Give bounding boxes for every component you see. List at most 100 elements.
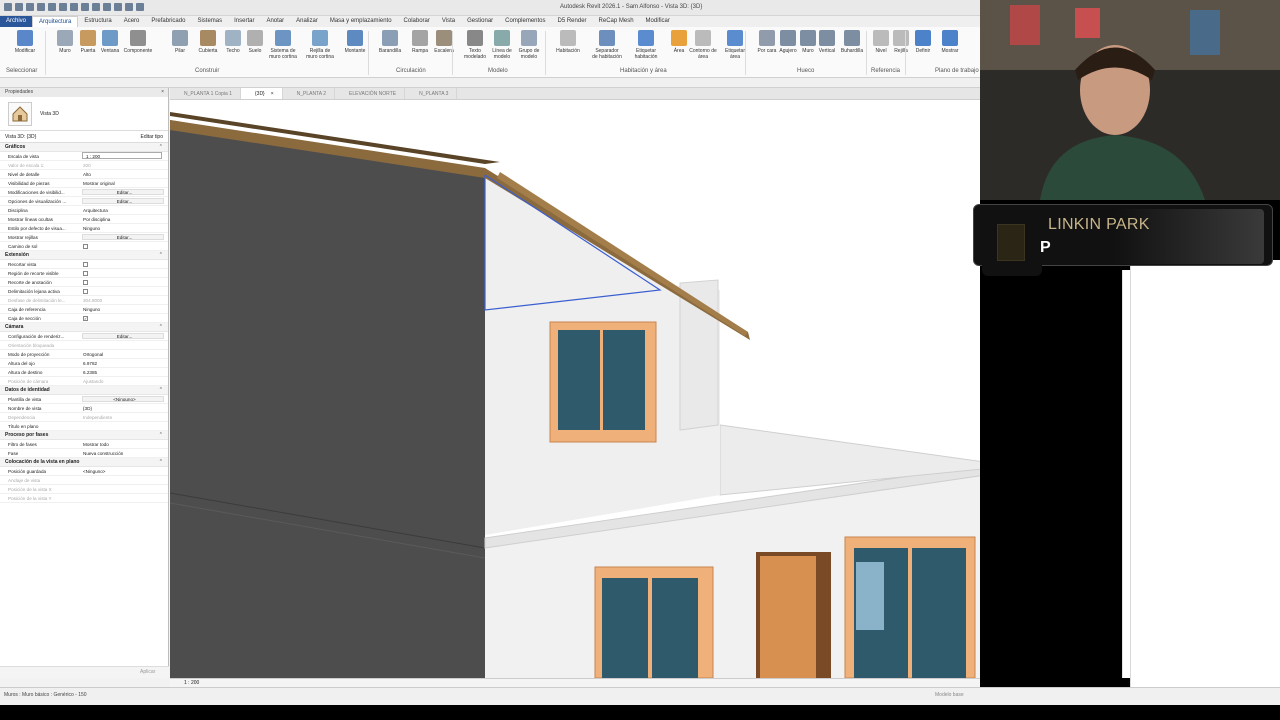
ribbon-tool-9[interactable]: Sistema de muro cortina xyxy=(268,30,298,60)
property-value[interactable]: Mostrar todo xyxy=(80,440,168,448)
ribbon-group-6[interactable]: Referencia xyxy=(871,68,900,74)
chevron-up-icon[interactable]: ⌃ xyxy=(159,143,163,152)
close-tab-icon[interactable]: × xyxy=(271,91,274,97)
3d-viewport[interactable] xyxy=(170,100,980,678)
property-value[interactable]: Arquitectura xyxy=(80,206,168,214)
checkbox[interactable] xyxy=(83,271,88,277)
property-value[interactable]: Ninguno xyxy=(80,305,168,313)
property-checkbox[interactable] xyxy=(80,242,168,250)
close-icon[interactable]: × xyxy=(161,88,164,97)
quick-access-toolbar[interactable] xyxy=(4,3,144,11)
checkbox[interactable] xyxy=(83,244,88,250)
property-value[interactable]: 6.2385 xyxy=(80,368,168,376)
menu-tab-8[interactable]: Analizar xyxy=(290,16,324,27)
menu-tab-3[interactable]: Acero xyxy=(118,16,146,27)
property-value[interactable]: Por disciplina xyxy=(80,215,168,223)
ribbon-tool-10[interactable]: Rejilla de muro cortina xyxy=(305,30,335,60)
menu-tab-5[interactable]: Sistemas xyxy=(191,16,228,27)
model-selector[interactable]: Modelo base xyxy=(935,692,964,698)
ribbon-tool-31[interactable]: Definir xyxy=(908,30,938,54)
switch-windows-icon[interactable] xyxy=(136,3,144,11)
property-value[interactable]: {3D} xyxy=(80,404,168,412)
property-value[interactable]: Nueva construcción xyxy=(80,449,168,457)
3d-view-icon[interactable] xyxy=(92,3,100,11)
print-icon[interactable] xyxy=(48,3,56,11)
property-value[interactable] xyxy=(80,422,168,430)
edit-type-button[interactable]: Editar tipo xyxy=(140,131,163,143)
property-group-header[interactable]: Gráficos ⌃ xyxy=(0,143,168,152)
ribbon-group-2[interactable]: Circulación xyxy=(396,68,426,74)
menu-tab-9[interactable]: Masa y emplazamiento xyxy=(324,16,398,27)
ribbon-tool-28[interactable]: Buhardilla xyxy=(837,30,867,54)
view-tab-0[interactable]: N_PLANTA 1 Copia 1 xyxy=(170,88,241,99)
ribbon-tool-20[interactable]: Etiquetar habitación xyxy=(631,30,661,60)
chevron-up-icon[interactable]: ⌃ xyxy=(159,386,163,395)
view-tab-2[interactable]: N_PLANTA 2 xyxy=(283,88,336,99)
chevron-up-icon[interactable]: ⌃ xyxy=(159,251,163,260)
property-value[interactable]: 1 : 200 xyxy=(82,152,162,159)
ribbon-tool-16[interactable]: Línea de modelo xyxy=(487,30,517,60)
ribbon-tool-12[interactable]: Barandilla xyxy=(375,30,405,54)
type-selector[interactable]: Vista 3D xyxy=(0,97,168,131)
ribbon-tool-3[interactable]: Ventana xyxy=(95,30,125,54)
ribbon-group-7[interactable]: Plano de trabajo xyxy=(935,68,979,74)
property-edit-button[interactable]: Editar... xyxy=(82,189,164,195)
chevron-up-icon[interactable]: ⌃ xyxy=(159,323,163,332)
ribbon-tool-32[interactable]: Mostrar xyxy=(935,30,965,54)
ribbon-tool-19[interactable]: Separador de habitación xyxy=(592,30,622,60)
property-edit-button[interactable]: Editar... xyxy=(82,198,164,204)
property-checkbox[interactable] xyxy=(80,269,168,277)
ribbon-tool-4[interactable]: Componente xyxy=(123,30,153,54)
menu-tab-4[interactable]: Prefabricado xyxy=(145,16,191,27)
checkbox[interactable] xyxy=(83,280,88,286)
property-edit-button[interactable]: <Ninguno> xyxy=(82,396,164,402)
close-views-icon[interactable] xyxy=(125,3,133,11)
ribbon-tool-0[interactable]: Modificar xyxy=(10,30,40,54)
open-icon[interactable] xyxy=(4,3,12,11)
view-tab-4[interactable]: N_PLANTA 3 xyxy=(405,88,458,99)
property-checkbox[interactable] xyxy=(80,260,168,268)
ribbon-tool-18[interactable]: Habitación xyxy=(553,30,583,54)
ribbon-group-1[interactable]: Construir xyxy=(195,68,219,74)
house-model[interactable] xyxy=(170,100,980,678)
checkbox[interactable] xyxy=(83,289,88,295)
ribbon-tool-11[interactable]: Montante xyxy=(340,30,370,54)
property-value[interactable]: Ortogonal xyxy=(80,350,168,358)
menu-tab-15[interactable]: ReCap Mesh xyxy=(593,16,640,27)
menu-tab-11[interactable]: Vista xyxy=(436,16,461,27)
text-icon[interactable] xyxy=(81,3,89,11)
menu-tab-13[interactable]: Complementos xyxy=(499,16,551,27)
property-value[interactable]: 6.9782 xyxy=(80,359,168,367)
ribbon-group-4[interactable]: Habitación y área xyxy=(620,68,667,74)
view-tab-1[interactable]: {3D} × xyxy=(241,88,283,99)
menu-tab-1[interactable]: Arquitectura xyxy=(32,16,79,27)
ribbon-tool-17[interactable]: Grupo de modelo xyxy=(514,30,544,60)
property-group-header[interactable]: Colocación de la vista en plano ⌃ xyxy=(0,458,168,467)
redo-icon[interactable] xyxy=(37,3,45,11)
ribbon-tool-22[interactable]: Contorno de área xyxy=(688,30,718,60)
property-value[interactable]: Alto xyxy=(80,170,168,178)
chevron-up-icon[interactable]: ⌃ xyxy=(159,431,163,440)
ribbon-tool-15[interactable]: Texto modelado xyxy=(460,30,490,60)
ribbon-group-3[interactable]: Modelo xyxy=(488,68,508,74)
property-group-header[interactable]: Proceso por fases ⌃ xyxy=(0,431,168,440)
menu-tab-14[interactable]: D5 Render xyxy=(552,16,593,27)
property-checkbox[interactable]: ✓ xyxy=(80,314,168,322)
thin-lines-icon[interactable] xyxy=(114,3,122,11)
property-edit-button[interactable]: Editar... xyxy=(82,333,164,339)
property-group-header[interactable]: Cámara ⌃ xyxy=(0,323,168,332)
menu-tab-7[interactable]: Anotar xyxy=(260,16,290,27)
chevron-up-icon[interactable]: ⌃ xyxy=(159,458,163,467)
property-checkbox[interactable] xyxy=(80,287,168,295)
property-value[interactable]: <Ninguno> xyxy=(80,467,168,475)
menu-tab-10[interactable]: Colaborar xyxy=(398,16,436,27)
checkbox[interactable] xyxy=(83,262,88,268)
property-value[interactable]: Ninguno xyxy=(80,224,168,232)
ribbon-group-0[interactable]: Seleccionar xyxy=(6,68,37,74)
measure-icon[interactable] xyxy=(59,3,67,11)
menu-tab-12[interactable]: Gestionar xyxy=(461,16,499,27)
section-icon[interactable] xyxy=(103,3,111,11)
property-group-header[interactable]: Extensión ⌃ xyxy=(0,251,168,260)
menu-tab-0[interactable]: Archivo xyxy=(0,16,33,27)
property-group-header[interactable]: Datos de identidad ⌃ xyxy=(0,386,168,395)
